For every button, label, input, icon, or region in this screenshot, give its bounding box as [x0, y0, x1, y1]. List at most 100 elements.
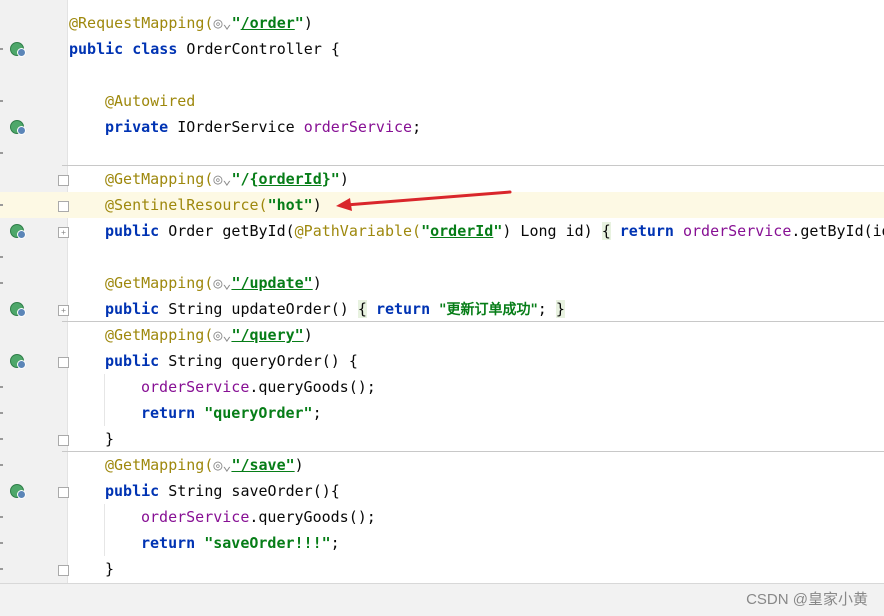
- url-path-token[interactable]: orderId: [430, 222, 493, 240]
- code-line[interactable]: orderService.queryGoods();: [141, 374, 376, 400]
- code-line[interactable]: @GetMapping(◎⌄"/update"): [105, 270, 322, 296]
- url-path-token[interactable]: "/update": [231, 274, 312, 292]
- spring-bean-icon[interactable]: [10, 42, 26, 57]
- keyword-token: return: [141, 534, 196, 552]
- gutter-tick: [0, 516, 3, 518]
- gutter-tick: [0, 100, 3, 102]
- fold-marker-icon[interactable]: +: [58, 227, 69, 238]
- keyword-token: class: [132, 40, 178, 58]
- globe-icon[interactable]: ◎: [214, 14, 223, 32]
- code-line[interactable]: orderService.queryGoods();: [141, 504, 376, 530]
- gutter-tick: [0, 48, 3, 50]
- web-mapping-icon[interactable]: [10, 354, 26, 369]
- code-line[interactable]: @SentinelResource("hot"): [105, 192, 322, 218]
- annotation-arrow: [336, 190, 512, 211]
- field-token: orderService: [141, 378, 250, 396]
- field-token: orderService: [683, 222, 792, 240]
- signature-token: Order getById(: [159, 222, 295, 240]
- indent-guide: [104, 504, 105, 556]
- field-token: orderService: [141, 508, 250, 526]
- punctuation-token: ): [312, 274, 322, 292]
- url-path-token[interactable]: orderId: [259, 170, 322, 188]
- annotation-token: @GetMapping(: [105, 326, 214, 344]
- brace-token: }: [105, 430, 115, 448]
- annotation-token: @GetMapping(: [105, 274, 214, 292]
- gutter-tick: [0, 282, 3, 284]
- code-line[interactable]: @GetMapping(◎⌄"/query"): [105, 322, 313, 348]
- call-token: .getById(id: [791, 222, 884, 240]
- punctuation-token: ): [303, 14, 313, 32]
- punctuation-token: ;: [330, 534, 340, 552]
- code-editor[interactable]: + + @RequestMapping(◎⌄"/order") public c…: [0, 0, 884, 583]
- code-line[interactable]: @Autowired: [105, 88, 195, 114]
- code-line[interactable]: public Order getById(@PathVariable("orde…: [105, 218, 884, 244]
- web-mapping-icon[interactable]: [10, 484, 26, 499]
- gutter-tick: [0, 568, 3, 570]
- annotation-token: @PathVariable(: [294, 222, 422, 240]
- punctuation-token: ): [312, 196, 322, 214]
- gutter-tick: [0, 386, 3, 388]
- gutter-tick: [0, 256, 3, 258]
- fold-marker-icon[interactable]: [58, 487, 69, 498]
- code-line[interactable]: }: [105, 426, 114, 452]
- code-line[interactable]: return "queryOrder";: [141, 400, 322, 426]
- fold-marker-icon[interactable]: +: [58, 305, 69, 316]
- url-path-token[interactable]: /order: [241, 14, 295, 32]
- fold-marker-icon[interactable]: [58, 565, 69, 576]
- url-path-token[interactable]: "/save": [231, 456, 294, 474]
- brace-token: {: [601, 222, 611, 240]
- code-line[interactable]: public class OrderController {: [69, 36, 340, 62]
- brace-token: }: [105, 560, 115, 578]
- code-line[interactable]: public String saveOrder(){: [105, 478, 340, 504]
- string-token: "/{: [231, 170, 259, 188]
- string-token: "更新订单成功": [439, 302, 538, 318]
- code-line[interactable]: private IOrderService orderService;: [105, 114, 421, 140]
- keyword-token: return: [619, 222, 674, 240]
- code-line[interactable]: @GetMapping(◎⌄"/save"): [105, 452, 304, 478]
- indent-guide: [104, 374, 105, 426]
- web-mapping-icon[interactable]: [10, 224, 26, 239]
- class-name-token: OrderController {: [186, 40, 340, 58]
- annotation-token: @SentinelResource(: [105, 196, 268, 214]
- gutter-tick: [0, 152, 3, 154]
- code-line[interactable]: @GetMapping(◎⌄"/{orderId}"): [105, 166, 349, 192]
- gutter-tick: [0, 542, 3, 544]
- spring-bean-icon[interactable]: [10, 120, 26, 135]
- fold-marker-icon[interactable]: [58, 435, 69, 446]
- signature-token: String queryOrder() {: [159, 352, 358, 370]
- keyword-token: public: [105, 300, 160, 318]
- signature-token: String saveOrder(){: [159, 482, 340, 500]
- keyword-token: return: [375, 300, 431, 318]
- chevron-down-icon[interactable]: ⌄: [223, 14, 232, 32]
- code-line[interactable]: }: [105, 556, 114, 582]
- punctuation-token: ;: [312, 404, 322, 422]
- string-token: "queryOrder": [204, 404, 313, 422]
- code-line[interactable]: return "saveOrder!!!";: [141, 530, 340, 556]
- gutter-tick: [0, 204, 3, 206]
- field-token: orderService: [303, 118, 413, 136]
- signature-token: ) Long id): [502, 222, 602, 240]
- keyword-token: public: [105, 222, 160, 240]
- code-line[interactable]: public String queryOrder() {: [105, 348, 358, 374]
- gutter-tick: [0, 412, 3, 414]
- string-token: ": [421, 222, 431, 240]
- keyword-token: private: [105, 118, 169, 136]
- annotation-token: @GetMapping(: [105, 170, 214, 188]
- web-mapping-icon[interactable]: [10, 302, 26, 317]
- fold-marker-icon[interactable]: [58, 201, 69, 212]
- keyword-token: public: [105, 482, 160, 500]
- fold-marker-icon[interactable]: [58, 357, 69, 368]
- url-path-token[interactable]: "/query": [231, 326, 303, 344]
- brace-token: }: [555, 300, 565, 318]
- keyword-token: return: [141, 404, 196, 422]
- fold-marker-icon[interactable]: [58, 175, 69, 186]
- code-line[interactable]: public String updateOrder() { return "更新…: [105, 296, 565, 322]
- keyword-token: public: [69, 40, 124, 58]
- punctuation-token: ;: [412, 118, 422, 136]
- signature-token: String updateOrder(): [159, 300, 358, 318]
- string-token: "saveOrder!!!": [204, 534, 331, 552]
- punctuation-token: ;: [537, 300, 556, 318]
- punctuation-token: ): [294, 456, 304, 474]
- code-line[interactable]: @RequestMapping(◎⌄"/order"): [69, 10, 313, 36]
- watermark: CSDN @皇家小黄: [746, 591, 868, 608]
